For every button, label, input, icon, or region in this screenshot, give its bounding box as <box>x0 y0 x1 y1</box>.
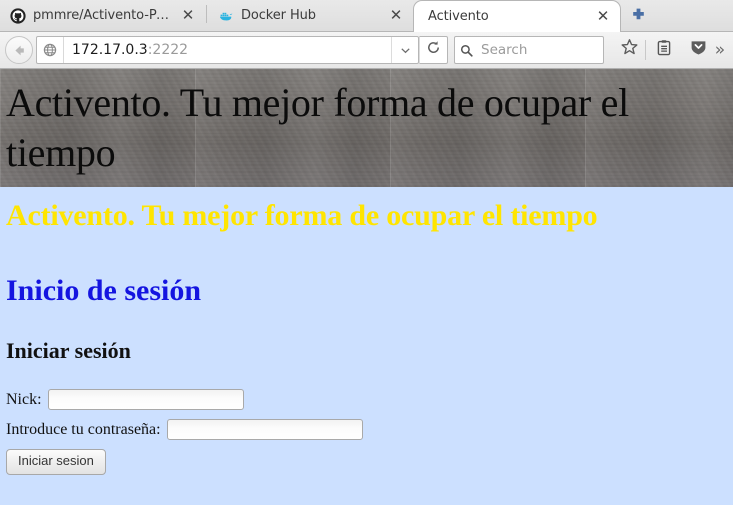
tab-activento[interactable]: Activento ✕ <box>413 0 621 32</box>
tab-docker-hub[interactable]: Docker Hub ✕ <box>208 0 413 31</box>
browser-window: pmmre/Activento-Pa... ✕ Docker Hub ✕ Act… <box>0 0 733 505</box>
page-content: Activento. Tu mejor forma de ocupar el t… <box>0 198 733 475</box>
back-arrow-icon <box>5 36 33 64</box>
navigation-toolbar: 172.17.0.3:2222 Search » <box>0 32 733 69</box>
reload-icon <box>426 40 441 60</box>
tab-close-icon[interactable]: ✕ <box>594 8 612 26</box>
login-section-heading: Iniciar sesión <box>6 338 131 364</box>
tab-github[interactable]: pmmre/Activento-Pa... ✕ <box>0 0 205 31</box>
tab-close-icon[interactable]: ✕ <box>387 7 405 25</box>
clipboard-icon <box>655 39 673 62</box>
tab-close-icon[interactable]: ✕ <box>179 7 197 25</box>
url-port: :2222 <box>147 42 189 58</box>
banner-title: Activento. Tu mejor forma de ocupar el t… <box>6 80 629 175</box>
search-placeholder: Search <box>481 42 528 58</box>
docker-whale-icon <box>218 8 234 24</box>
password-label: Introduce tu contraseña: <box>6 420 161 438</box>
password-field-row: Introduce tu contraseña: <box>6 419 727 441</box>
site-banner: Activento. Tu mejor forma de ocupar el t… <box>0 69 733 187</box>
nick-input[interactable] <box>47 389 244 411</box>
url-host: 172.17.0.3 <box>72 42 148 58</box>
search-icon <box>455 37 477 63</box>
bookmark-button[interactable] <box>616 37 642 63</box>
page-viewport: Activento. Tu mejor forma de ocupar el t… <box>0 69 733 505</box>
page-heading-yellow: Activento. Tu mejor forma de ocupar el t… <box>6 199 598 232</box>
password-input[interactable] <box>166 419 363 441</box>
plus-icon <box>632 8 644 19</box>
downloads-button[interactable] <box>685 37 711 63</box>
url-text[interactable]: 172.17.0.3:2222 <box>64 42 391 58</box>
reload-button[interactable] <box>419 36 448 64</box>
login-form: Nick: Introduce tu contraseña: Iniciar s… <box>6 389 727 475</box>
globe-icon[interactable] <box>37 37 64 63</box>
reader-button[interactable] <box>651 37 677 63</box>
chevron-down-icon[interactable] <box>391 37 418 63</box>
search-bar[interactable]: Search <box>454 36 604 64</box>
submit-login-button[interactable]: Iniciar sesion <box>6 449 106 475</box>
new-tab-button[interactable] <box>623 0 653 30</box>
back-button[interactable] <box>4 35 34 65</box>
github-icon <box>10 7 26 24</box>
tab-title: Activento <box>428 9 489 24</box>
overflow-menu-button[interactable]: » <box>711 42 729 59</box>
shield-down-icon <box>689 38 708 62</box>
star-icon <box>620 38 639 62</box>
page-heading-blue: Inicio de sesión <box>6 274 202 308</box>
tab-title: pmmre/Activento-Pa... <box>33 8 171 23</box>
toolbar-divider <box>645 40 646 60</box>
tab-divider <box>206 4 207 23</box>
url-bar[interactable]: 172.17.0.3:2222 <box>36 36 419 64</box>
nick-field-row: Nick: <box>6 389 727 411</box>
tab-title: Docker Hub <box>241 8 316 23</box>
tab-strip: pmmre/Activento-Pa... ✕ Docker Hub ✕ Act… <box>0 0 733 32</box>
nick-label: Nick: <box>6 390 42 408</box>
